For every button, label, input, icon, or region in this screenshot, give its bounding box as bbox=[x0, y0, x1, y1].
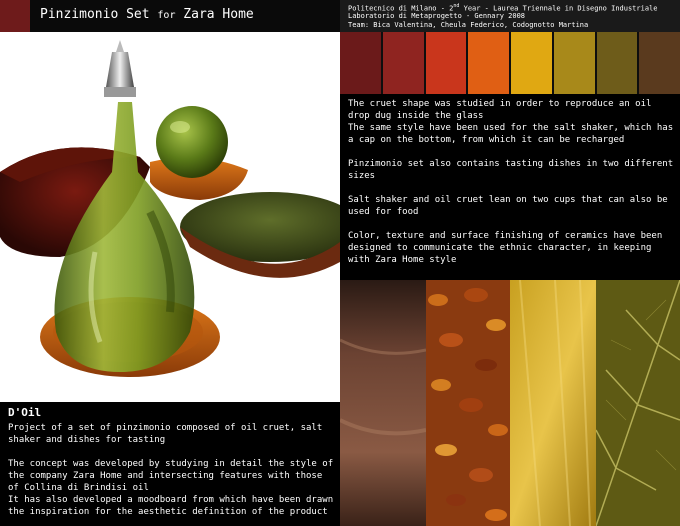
left-paragraph: It has also developed a moodboard from w… bbox=[8, 495, 334, 517]
moodboard bbox=[340, 280, 680, 526]
info-line-lab: Laboratorio di Metaprogetto - Gennary 20… bbox=[348, 12, 526, 20]
autumn-leaves-texture bbox=[426, 280, 510, 526]
moodboard-leaf-veins-photo bbox=[596, 280, 680, 526]
title-bar: Pinzimonio Set for Zara Home bbox=[0, 0, 340, 32]
soil-texture bbox=[340, 280, 426, 526]
palette-swatch bbox=[425, 32, 467, 94]
right-paragraph: The cruet shape was studied in order to … bbox=[348, 99, 652, 121]
golden-texture bbox=[510, 280, 596, 526]
palette-swatch bbox=[553, 32, 595, 94]
right-paragraph: The same style have been used for the sa… bbox=[348, 123, 674, 145]
left-description-panel: D'Oil Project of a set of pinzimonio com… bbox=[0, 402, 340, 526]
palette-swatch bbox=[511, 32, 552, 94]
moodboard-golden-texture-photo bbox=[510, 280, 596, 526]
project-info-header: Politecnico di Milano - 2nd Year - Laure… bbox=[340, 0, 680, 32]
pinzimonio-set-illustration bbox=[0, 40, 340, 377]
palette-swatch bbox=[340, 32, 381, 94]
right-paragraph: Color, texture and surface finishing of … bbox=[348, 231, 663, 265]
info-line-team: Team: Bica Valentina, Cheula Federico, C… bbox=[348, 21, 589, 29]
title-main: Pinzimonio Set bbox=[40, 7, 150, 22]
title-accent-block bbox=[0, 0, 30, 32]
info-line-university: Politecnico di Milano - 2nd Year - Laure… bbox=[348, 3, 658, 13]
palette-swatch bbox=[468, 32, 509, 94]
right-description-panel: The cruet shape was studied in order to … bbox=[340, 94, 680, 280]
page-title: Pinzimonio Set for Zara Home bbox=[40, 7, 254, 22]
moodboard-autumn-leaves-photo bbox=[426, 280, 510, 526]
left-description: Project of a set of pinzimonio composed … bbox=[8, 422, 336, 518]
title-for: for bbox=[157, 10, 176, 21]
left-paragraph: The concept was developed by studying in… bbox=[8, 459, 334, 493]
product-name-heading: D'Oil bbox=[8, 406, 42, 419]
title-brand: Zara Home bbox=[183, 7, 254, 22]
right-paragraph: Pinzimonio set also contains tasting dis… bbox=[348, 159, 674, 181]
right-paragraph: Salt shaker and oil cruet lean on two cu… bbox=[348, 195, 668, 217]
leaf-veins-texture bbox=[596, 280, 680, 526]
palette-swatch bbox=[382, 32, 424, 94]
product-render-image bbox=[0, 32, 340, 402]
palette-swatch bbox=[639, 32, 680, 94]
right-description: The cruet shape was studied in order to … bbox=[348, 98, 676, 266]
palette-swatch bbox=[596, 32, 638, 94]
left-paragraph: Project of a set of pinzimonio composed … bbox=[8, 423, 323, 445]
color-palette bbox=[340, 32, 680, 94]
moodboard-soil-photo bbox=[340, 280, 426, 526]
